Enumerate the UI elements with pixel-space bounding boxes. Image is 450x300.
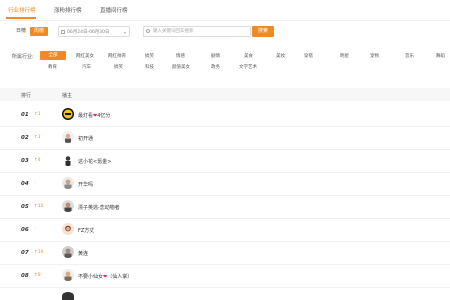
table-row[interactable]: 05 ↑10 漂子英逃-恋动物者 xyxy=(0,196,450,219)
search-input[interactable]: 输入关键词回车搜索 xyxy=(143,26,251,37)
avatar[interactable] xyxy=(62,223,74,235)
tab-industry-ranking[interactable]: 行业排行榜 xyxy=(8,6,36,14)
industry-item[interactable]: 政务 xyxy=(211,64,220,70)
tab-follower-growth-ranking[interactable]: 涨粉排行榜 xyxy=(54,6,82,14)
industry-item[interactable]: 宠物 xyxy=(370,53,379,59)
rank-change: ↑4 xyxy=(34,158,41,163)
industry-filter-label: 所属行业: xyxy=(12,54,34,60)
avatar[interactable] xyxy=(62,200,74,212)
table-row[interactable]: 06 - FZ方丈 xyxy=(0,219,450,242)
host-column-header: 播主 xyxy=(62,93,73,99)
industry-item[interactable]: 美食 xyxy=(244,53,253,59)
rank-number: 03 xyxy=(21,158,29,164)
industry-item[interactable]: 情感 xyxy=(176,53,185,59)
day-ranking-button[interactable]: 日榜 xyxy=(12,27,30,36)
search-button[interactable]: 搜索 xyxy=(252,26,274,37)
industry-item[interactable]: 明星 xyxy=(340,53,349,59)
rank-column-header: 排行 xyxy=(21,93,32,99)
table-row[interactable]: 03 ↑4 这小花<氪金> xyxy=(0,150,450,173)
ranking-tabs: 行业排行榜 涨粉排行榜 直播间行榜 xyxy=(0,0,450,21)
avatar[interactable] xyxy=(62,108,74,120)
industry-item[interactable]: 网红帅哥 xyxy=(108,53,126,59)
search-placeholder: 输入关键词回车搜索 xyxy=(153,29,194,34)
rank-number: 08 xyxy=(21,273,29,279)
rank-change: ↑9 xyxy=(34,273,41,278)
industry-item[interactable]: 音乐 xyxy=(405,53,414,59)
active-tab-indicator xyxy=(6,17,36,19)
host-name[interactable]: 初开通 xyxy=(78,135,93,142)
ranking-table-header: 排行 播主 xyxy=(0,88,450,101)
industry-item[interactable]: 穿搭 xyxy=(304,53,313,59)
table-row[interactable]: 02 ↑1 初开通 xyxy=(0,127,450,150)
industry-item[interactable]: 文学艺术 xyxy=(239,64,257,70)
table-row[interactable]: 01 ↑1 最灯看❤4亿分 xyxy=(0,104,450,127)
rank-number: 02 xyxy=(21,135,29,141)
industry-item[interactable]: 网红美女 xyxy=(76,53,94,59)
rank-change: ↑10 xyxy=(34,250,44,255)
table-row[interactable]: 04 - 开华吗 xyxy=(0,173,450,196)
industry-item[interactable]: 剧情 xyxy=(211,53,220,59)
industry-item[interactable]: 教育 xyxy=(48,64,57,70)
host-name[interactable]: 这小花<氪金> xyxy=(78,158,111,165)
search-icon xyxy=(146,29,150,33)
avatar[interactable] xyxy=(62,154,74,166)
host-name[interactable]: 黄连 xyxy=(78,250,88,257)
host-name[interactable]: 最灯看❤4亿分 xyxy=(78,112,110,119)
industry-item[interactable]: 美妆 xyxy=(276,53,285,59)
industry-item[interactable]: 搞笑 xyxy=(114,64,123,70)
host-name[interactable]: 开华吗 xyxy=(78,181,93,188)
industry-item[interactable]: 舞蹈 xyxy=(436,53,445,59)
rank-change: ↑10 xyxy=(34,204,44,209)
avatar[interactable] xyxy=(62,131,74,143)
host-name[interactable]: 漂子英逃-恋动物者 xyxy=(78,204,120,211)
rank-number: 06 xyxy=(21,227,29,233)
rank-change: - xyxy=(34,181,36,186)
rank-number: 01 xyxy=(21,112,29,118)
table-row[interactable]: 07 ↑10 黄连 xyxy=(0,242,450,265)
tab-live-room-ranking[interactable]: 直播间行榜 xyxy=(100,6,128,14)
avatar[interactable] xyxy=(62,177,74,189)
avatar[interactable] xyxy=(62,269,74,281)
rank-number: 07 xyxy=(21,250,29,256)
avatar[interactable] xyxy=(62,246,74,258)
industry-all-button[interactable]: 全部 xyxy=(40,51,66,60)
host-name[interactable]: 不要小仙女❤（仙人掌） xyxy=(78,273,132,280)
industry-item[interactable]: 颜值美女 xyxy=(172,64,190,70)
calendar-icon xyxy=(61,30,65,34)
industry-item[interactable]: 科技 xyxy=(145,64,154,70)
rank-change: ↑1 xyxy=(34,112,41,117)
rank-change: ↑1 xyxy=(34,135,41,140)
industry-item[interactable]: 汽车 xyxy=(82,64,91,70)
week-ranking-button[interactable]: 周榜 xyxy=(30,27,49,36)
rank-number: 05 xyxy=(21,204,29,210)
chevron-down-icon: ▾ xyxy=(123,30,126,35)
rank-change: - xyxy=(34,227,36,232)
date-range-picker[interactable]: 06月24日-06月30日 ▾ xyxy=(58,26,130,37)
host-name[interactable]: FZ方丈 xyxy=(78,227,94,234)
industry-item[interactable]: 搞笑 xyxy=(145,53,154,59)
table-row[interactable]: 08 ↑9 不要小仙女❤（仙人掌） xyxy=(0,265,450,288)
date-range-value: 06月24日-06月30日 xyxy=(67,30,110,35)
rank-number: 04 xyxy=(21,181,29,187)
avatar[interactable] xyxy=(62,292,74,300)
